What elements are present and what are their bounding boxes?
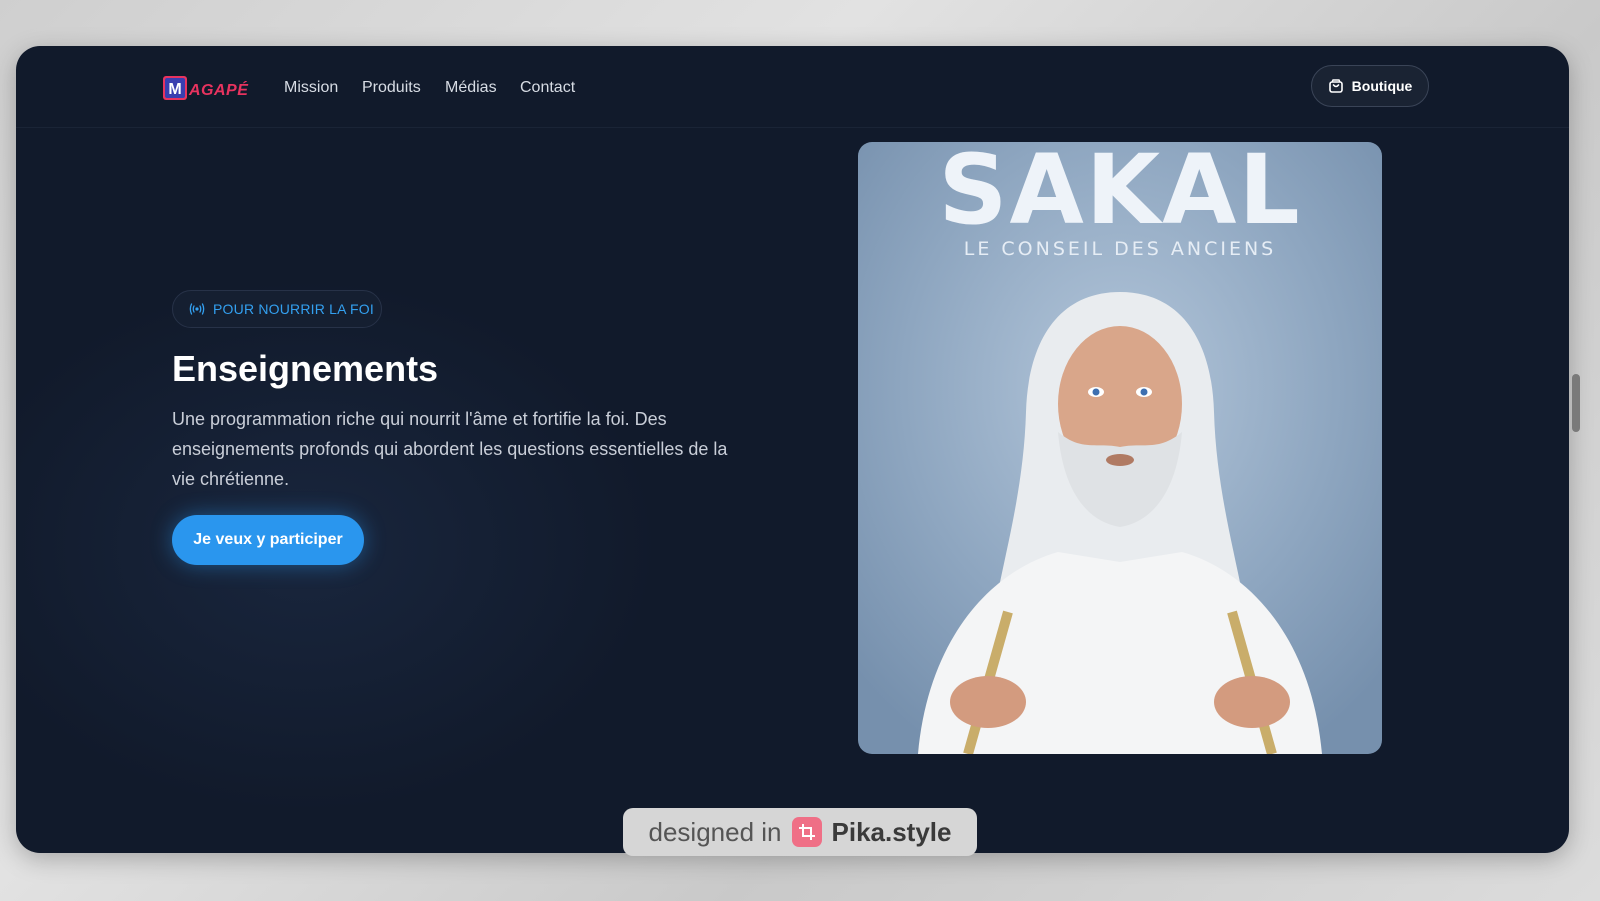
hero-description: Une programmation riche qui nourrit l'âm… bbox=[172, 409, 728, 489]
poster-title: SAKAL bbox=[938, 142, 1302, 246]
watermark-prefix: designed in bbox=[648, 816, 782, 847]
participate-button[interactable]: Je veux y participer bbox=[172, 515, 364, 565]
pika-watermark: designed in Pika.style bbox=[623, 808, 977, 856]
crop-icon bbox=[791, 817, 822, 847]
nav-produits[interactable]: Produits bbox=[362, 79, 421, 97]
site-header: M AGAPÉ Mission Produits Médias Contact … bbox=[16, 46, 1569, 128]
nav-mission[interactable]: Mission bbox=[284, 79, 338, 97]
svg-text:AGAPÉ: AGAPÉ bbox=[188, 80, 249, 99]
shopping-bag-icon bbox=[1328, 79, 1343, 93]
nav-medias[interactable]: Médias bbox=[445, 79, 497, 97]
category-badge: POUR NOURRIR LA FOI bbox=[172, 290, 382, 328]
hero-title: Enseignements bbox=[172, 348, 439, 389]
poster-subtitle: LE CONSEIL DES ANCIENS bbox=[963, 238, 1277, 260]
featured-poster[interactable]: SAKAL LE CONSEIL DES ANCIENS bbox=[858, 142, 1382, 754]
page-scrollbar[interactable] bbox=[1572, 374, 1580, 432]
watermark-brand: Pika.style bbox=[831, 816, 952, 847]
browser-window: M AGAPÉ Mission Produits Médias Contact … bbox=[16, 46, 1569, 853]
broadcast-icon bbox=[189, 303, 205, 315]
nav-contact[interactable]: Contact bbox=[520, 79, 575, 97]
site-logo[interactable]: M AGAPÉ bbox=[162, 73, 258, 105]
badge-text: POUR NOURRIR LA FOI bbox=[213, 301, 374, 317]
boutique-button[interactable]: Boutique bbox=[1311, 65, 1429, 107]
svg-text:M: M bbox=[168, 81, 181, 98]
boutique-label: Boutique bbox=[1351, 78, 1413, 94]
logo-mark: M AGAPÉ bbox=[163, 76, 249, 100]
